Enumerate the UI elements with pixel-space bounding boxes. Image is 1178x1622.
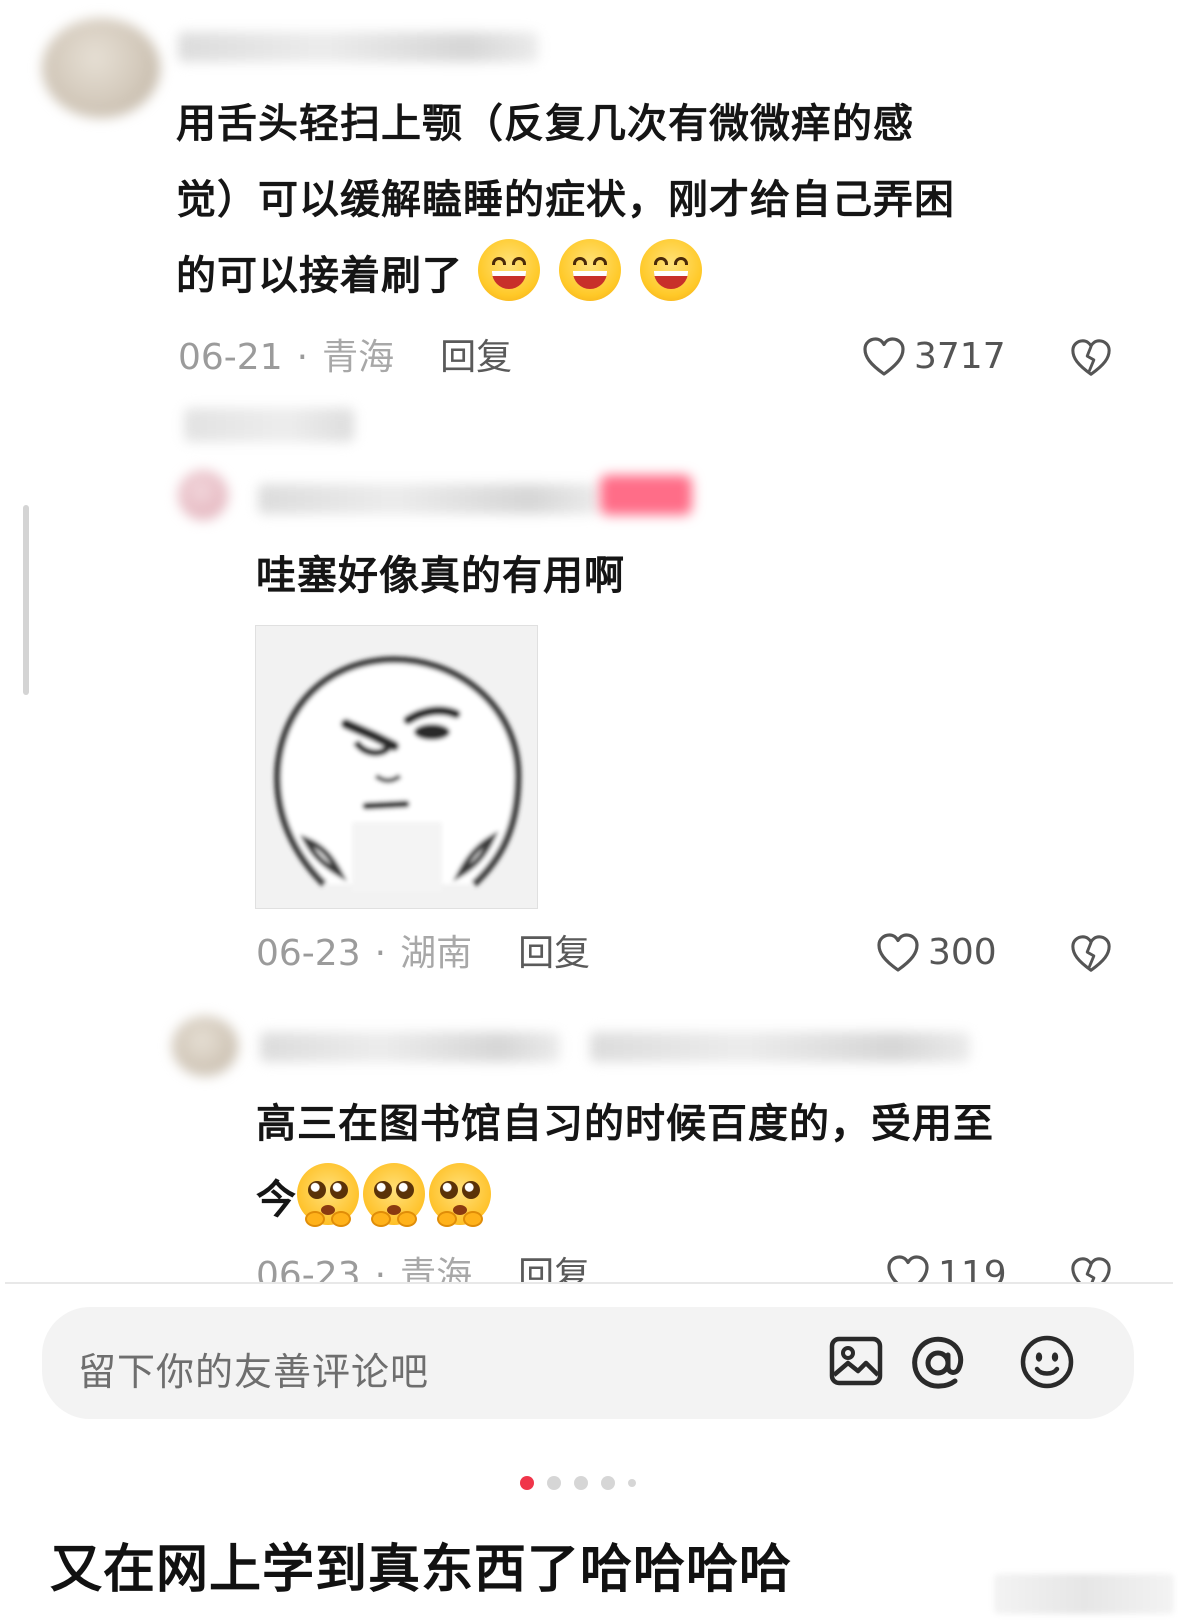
reply-button[interactable]: 回复 xyxy=(440,337,512,378)
reply-button[interactable]: 回复 xyxy=(518,1255,590,1282)
like-button[interactable]: 300 xyxy=(876,932,997,973)
comment-input-bar[interactable]: 留下你的友善评论吧 xyxy=(42,1307,1134,1419)
comment-meta: 06-23 · 湖南 回复 xyxy=(256,932,590,976)
comment-date: 06-23 xyxy=(256,933,361,974)
comment-region: 青海 xyxy=(322,337,395,378)
dislike-icon[interactable] xyxy=(1070,338,1112,378)
image-icon[interactable] xyxy=(828,1333,884,1393)
page-dot[interactable] xyxy=(628,1479,636,1487)
dislike-icon[interactable] xyxy=(1070,1256,1112,1282)
watermark xyxy=(994,1574,1174,1614)
like-button[interactable]: 3717 xyxy=(862,336,1006,377)
comment-region: 湖南 xyxy=(400,933,473,974)
avatar[interactable] xyxy=(172,1016,238,1076)
page-dot[interactable] xyxy=(547,1476,561,1490)
meta-separator: · xyxy=(374,933,387,974)
avatar[interactable] xyxy=(42,18,160,118)
comment-text: 高三在图书馆自习的时候百度的，受用至 今 xyxy=(256,1086,1136,1238)
comment-date: 06-21 xyxy=(178,337,283,378)
grin-emoji xyxy=(477,239,540,301)
post-caption: 又在网上学到真东西了哈哈哈哈 xyxy=(50,1540,793,1600)
comment-meta: 06-23 · 青海 回复 xyxy=(256,1254,590,1282)
emoji-icon[interactable] xyxy=(1018,1333,1076,1395)
pleading-face-emoji xyxy=(429,1163,491,1227)
reply-target-blurred[interactable] xyxy=(590,1032,970,1062)
heart-icon xyxy=(876,932,920,973)
meta-separator: · xyxy=(296,337,309,378)
username-blurred[interactable] xyxy=(258,484,598,514)
page-dot-active[interactable] xyxy=(520,1476,534,1490)
like-count: 300 xyxy=(928,932,997,973)
divider xyxy=(5,1282,1173,1284)
screenshot-page: 用舌头轻扫上颚（反复几次有微微痒的感 觉）可以缓解瞌睡的症状，刚才给自己弄困 的… xyxy=(0,0,1178,1622)
grin-emoji xyxy=(558,239,621,301)
reply-button[interactable]: 回复 xyxy=(518,933,590,974)
grin-emoji xyxy=(639,239,702,301)
expand-replies-blurred[interactable] xyxy=(184,408,354,442)
dislike-icon[interactable] xyxy=(1070,934,1112,974)
comment-input[interactable]: 留下你的友善评论吧 xyxy=(78,1341,429,1396)
meme-image[interactable] xyxy=(255,625,538,909)
like-button[interactable]: 119 xyxy=(886,1254,1007,1282)
pleading-face-emoji xyxy=(363,1163,425,1227)
comment-text: 用舌头轻扫上颚（反复几次有微微痒的感 觉）可以缓解瞌睡的症状，刚才给自己弄困 的… xyxy=(176,101,955,301)
like-count: 3717 xyxy=(914,336,1006,377)
page-dot[interactable] xyxy=(574,1476,588,1490)
meta-separator: · xyxy=(374,1255,387,1282)
comment-date: 06-23 xyxy=(256,1255,361,1282)
heart-icon xyxy=(886,1254,930,1282)
like-count: 119 xyxy=(938,1254,1007,1282)
comment-meta: 06-21 · 青海 回复 xyxy=(178,336,512,380)
at-icon[interactable] xyxy=(908,1333,968,1397)
heart-icon xyxy=(862,336,906,377)
pleading-face-emoji xyxy=(297,1163,359,1227)
username-blurred[interactable] xyxy=(260,1032,560,1062)
username-blurred[interactable] xyxy=(178,32,538,62)
carousel-pagination[interactable] xyxy=(520,1476,636,1490)
page-dot[interactable] xyxy=(601,1476,615,1490)
comment-list[interactable]: 用舌头轻扫上颚（反复几次有微微痒的感 觉）可以缓解瞌睡的症状，刚才给自己弄困 的… xyxy=(0,0,1178,1282)
comment-region: 青海 xyxy=(400,1255,473,1282)
comment-text: 哇塞好像真的有用啊 xyxy=(256,553,625,599)
avatar[interactable] xyxy=(178,470,228,520)
author-badge-blurred xyxy=(600,475,692,515)
